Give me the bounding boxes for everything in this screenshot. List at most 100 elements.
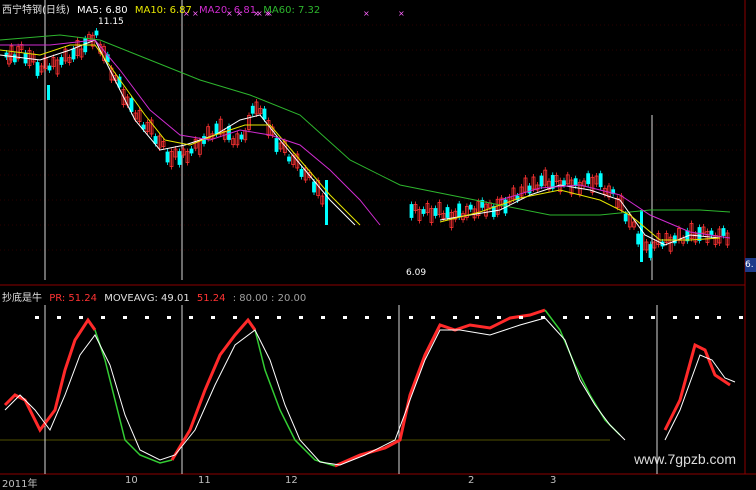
vertical-markers [44,0,658,474]
ma5-readout: MA5: 6.80 [77,5,128,16]
pr-red-up [663,342,731,431]
threshold-readout: : 80.00 : 20.00 [232,293,307,304]
low-price-label: 6.09 [406,268,426,278]
candle-body [287,156,291,162]
level-80-marker [387,316,391,319]
level-80-marker [211,316,215,319]
candle-body [59,57,64,65]
candle-body [421,209,426,214]
level-80-marker [541,316,545,319]
candle-body [598,173,603,188]
ma10-readout: MA10: 6.87 [134,5,192,16]
candle-body [189,148,194,154]
x-tick-label: 2011年 [2,479,38,490]
candle-body [214,123,219,135]
main-chart-header: 西宁特钢(日线) MA5: 6.80 MA10: 6.87 MA20: 6.81… [2,1,324,16]
candle-body [177,151,182,165]
price-axis-tag: 6. [745,258,756,272]
candle-body [433,208,438,216]
level-80-marker [101,316,105,319]
x-axis: 2011年 10 11 12 2 3 [0,475,756,490]
candle-body [409,204,414,218]
candle-body [586,173,591,185]
candle-body [721,228,726,236]
level-80-marker [255,316,259,319]
candle-body [71,48,76,60]
level-80-marker [651,316,655,319]
level-80-marker [409,316,413,319]
x-tick-label: 12 [285,475,298,486]
candle-body [312,181,316,193]
candle-body [129,98,134,112]
level-80-marker [167,316,171,319]
candle-body [35,62,40,76]
candle-body [299,169,304,177]
x-tick-label: 3 [550,475,557,486]
candle-body [709,230,714,236]
indicator-name: 抄底是牛 [2,293,42,304]
level-80-marker [563,316,567,319]
candle-body [562,180,566,186]
level-80-marker [739,316,743,319]
level-80-marker [519,316,523,319]
level-80-marker [475,316,479,319]
candle-body [47,85,50,100]
moveavg-line-b [664,354,736,441]
signal-markers: × × × × ×× ×× × × [35,9,743,319]
candle-body [550,174,555,189]
level-80-marker [695,316,699,319]
candle-body [573,178,578,187]
level-80-marker [57,316,61,319]
level-80-marker [629,316,633,319]
level-80-marker [189,316,193,319]
candle-body [250,105,255,114]
x-tick-label: 10 [125,475,138,486]
level-80-marker [431,316,435,319]
pr-red-up [170,317,257,461]
candle-body [648,244,653,258]
moveavg-line [4,317,626,466]
candle-body [165,151,170,163]
pr-red-up [3,317,97,433]
indicator-value: 51.24 [196,293,226,304]
high-price-label: 11.15 [98,17,124,27]
level-80-marker [233,316,237,319]
candle-body [636,233,641,245]
pr-green-down [544,309,621,436]
pr-green-down [94,329,173,464]
level-80-marker [717,316,721,319]
level-80-marker [497,316,501,319]
signal-x-mark: × [363,9,370,18]
candle-body [640,210,643,262]
x-tick-label: 2 [468,475,475,486]
level-80-marker [607,316,611,319]
level-80-marker [35,316,39,319]
level-80-marker [145,316,149,319]
watermark: www.7gpzb.com [634,451,736,467]
ma20-line [0,39,381,226]
candle-body [445,207,450,218]
candle-body [274,138,279,152]
ma60-readout: MA60: 7.32 [263,5,321,16]
candle-body [94,30,99,36]
candle-body [539,175,544,187]
level-80-marker [79,316,83,319]
pr-readout: PR: 51.24 [49,293,98,304]
level-80-marker [343,316,347,319]
candle-body [47,65,52,71]
candle-body [623,213,628,222]
candle-body [12,54,17,63]
pr-green-down [254,329,336,467]
pr-red-up [334,308,546,468]
candle-body [457,203,462,218]
level-80-marker [365,316,369,319]
level-80-marker [123,316,127,319]
level-80-marker [277,316,281,319]
candle-body [262,108,267,120]
ma20-readout: MA20: 6.81 [199,5,257,16]
moving-average-lines [0,34,731,246]
x-tick-label: 11 [198,475,211,486]
level-80-marker [673,316,677,319]
level-80-marker [585,316,589,319]
level-80-marker [299,316,303,319]
